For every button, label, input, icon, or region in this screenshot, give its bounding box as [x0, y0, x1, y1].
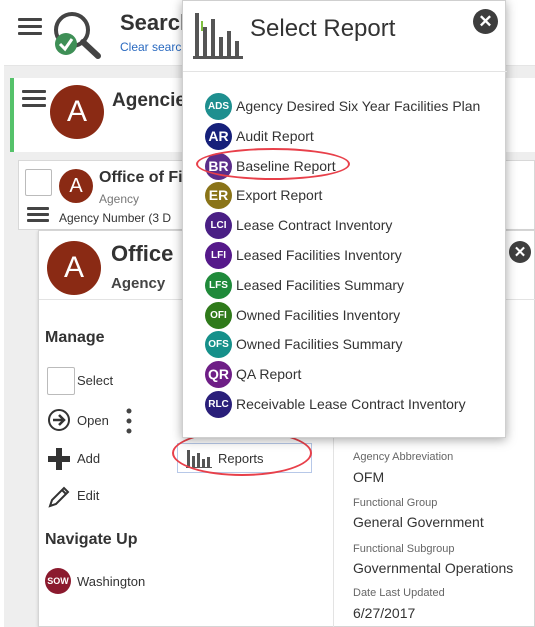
report-badge: QR	[205, 360, 232, 388]
more-options-icon[interactable]	[125, 407, 133, 435]
report-label: Receivable Lease Contract Inventory	[236, 396, 466, 412]
edit-pencil-icon[interactable]	[47, 485, 71, 509]
field-label: Functional Group	[353, 497, 438, 509]
report-badge: AR	[205, 122, 232, 150]
report-item-ofs[interactable]: OFS Owned Facilities Summary	[205, 330, 403, 358]
office-row-subtitle: Agency	[99, 192, 140, 206]
reports-button-label: Reports	[218, 450, 264, 466]
navigate-up-heading: Navigate Up	[45, 531, 138, 548]
field-label: Date Last Updated	[353, 587, 445, 599]
report-item-br[interactable]: BR Baseline Report	[205, 152, 336, 180]
reports-button[interactable]: Reports	[177, 443, 312, 473]
field-value: OFM	[353, 469, 385, 485]
report-label: Audit Report	[236, 128, 314, 144]
report-badge: LFS	[205, 271, 232, 299]
open-arrow-icon[interactable]	[47, 408, 71, 432]
report-label: QA Report	[236, 366, 302, 382]
dialog-divider	[183, 71, 507, 72]
report-item-lfi[interactable]: LFI Leased Facilities Inventory	[205, 241, 402, 269]
clear-search-link[interactable]: Clear search	[120, 40, 188, 54]
office-row-avatar: A	[59, 169, 93, 203]
detail-avatar: A	[47, 241, 101, 295]
menu-icon[interactable]	[18, 18, 42, 36]
agency-number-label: Agency Number (3 D	[59, 211, 172, 225]
report-label: Leased Facilities Summary	[236, 277, 405, 293]
report-badge: OFI	[205, 301, 232, 329]
edit-label[interactable]: Edit	[77, 488, 99, 503]
office-row-title: Office of Fi	[99, 169, 183, 186]
detail-title: Office	[111, 241, 174, 266]
field-value: Governmental Operations	[353, 560, 514, 576]
manage-heading: Manage	[45, 329, 105, 346]
agencies-menu-icon[interactable]	[22, 90, 46, 108]
report-item-lfs[interactable]: LFS Leased Facilities Summary	[205, 271, 405, 299]
field-value: 6/27/2017	[353, 605, 416, 621]
report-chart-icon	[193, 13, 243, 59]
report-label: Lease Contract Inventory	[236, 217, 393, 233]
report-label: Export Report	[236, 187, 323, 203]
report-item-ads[interactable]: ADS Agency Desired Six Year Facilities Pl…	[205, 92, 481, 120]
report-label: Agency Desired Six Year Facilities Plan	[236, 98, 481, 114]
reports-chart-icon	[186, 450, 212, 468]
add-label[interactable]: Add	[77, 451, 100, 466]
close-icon[interactable]: ✕	[509, 241, 531, 263]
report-item-er[interactable]: ER Export Report	[205, 181, 323, 209]
report-badge: BR	[205, 152, 232, 180]
report-label: Owned Facilities Summary	[236, 336, 403, 352]
report-badge: RLC	[205, 390, 232, 418]
office-row-menu-icon[interactable]	[27, 207, 49, 225]
open-label[interactable]: Open	[77, 413, 109, 428]
report-badge: OFS	[205, 330, 232, 358]
report-item-rlc[interactable]: RLC Receivable Lease Contract Inventory	[205, 390, 466, 418]
field-label: Functional Subgroup	[353, 543, 455, 555]
detail-column-divider	[333, 421, 334, 627]
report-badge: LFI	[205, 241, 232, 269]
report-label: Owned Facilities Inventory	[236, 307, 401, 323]
detail-subtitle: Agency	[111, 275, 166, 292]
report-badge: ADS	[205, 92, 232, 120]
select-report-dialog: Select Report ✕ ADS Agency Desired Six Ye…	[182, 0, 507, 438]
report-badge: LCI	[205, 211, 232, 239]
office-row-checkbox[interactable]	[25, 169, 52, 196]
agencies-avatar: A	[50, 85, 104, 139]
report-badge: ER	[205, 181, 232, 209]
washington-badge: SOW	[45, 568, 71, 594]
select-checkbox[interactable]	[47, 367, 75, 395]
search-icon[interactable]	[50, 8, 106, 60]
report-label: Leased Facilities Inventory	[236, 247, 402, 263]
navigate-washington-link[interactable]: Washington	[77, 574, 145, 589]
select-label[interactable]: Select	[77, 373, 113, 388]
close-icon[interactable]: ✕	[473, 9, 498, 34]
report-item-ofi[interactable]: OFI Owned Facilities Inventory	[205, 301, 401, 329]
field-value: General Government	[353, 514, 484, 530]
report-label: Baseline Report	[236, 158, 336, 174]
add-plus-icon[interactable]	[47, 447, 71, 471]
report-item-lci[interactable]: LCI Lease Contract Inventory	[205, 211, 393, 239]
report-item-qr[interactable]: QR QA Report	[205, 360, 302, 388]
field-label: Agency Abbreviation	[353, 451, 454, 463]
dialog-title: Select Report	[250, 15, 396, 42]
report-item-ar[interactable]: AR Audit Report	[205, 122, 314, 150]
